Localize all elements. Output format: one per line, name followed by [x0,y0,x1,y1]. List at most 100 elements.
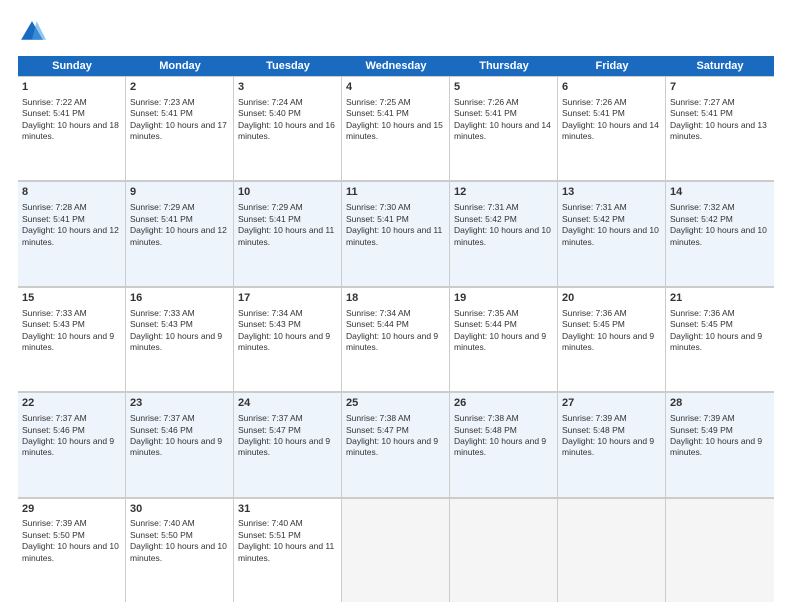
day-info: Daylight: 10 hours and 15 minutes. [346,120,445,143]
page: SundayMondayTuesdayWednesdayThursdayFrid… [0,0,792,612]
day-number: 1 [22,80,121,95]
day-info: Sunrise: 7:26 AM [562,97,661,108]
day-info: Sunset: 5:48 PM [562,425,661,436]
day-info: Daylight: 10 hours and 11 minutes. [238,225,337,248]
calendar-cell: 7Sunrise: 7:27 AMSunset: 5:41 PMDaylight… [666,76,774,180]
calendar-cell: 27Sunrise: 7:39 AMSunset: 5:48 PMDayligh… [558,392,666,496]
day-info: Daylight: 10 hours and 9 minutes. [454,436,553,459]
day-info: Sunrise: 7:39 AM [670,413,770,424]
day-info: Daylight: 10 hours and 17 minutes. [130,120,229,143]
day-info: Sunrise: 7:36 AM [670,308,770,319]
day-info: Sunrise: 7:33 AM [130,308,229,319]
day-number: 19 [454,291,553,306]
calendar-cell: 29Sunrise: 7:39 AMSunset: 5:50 PMDayligh… [18,498,126,602]
day-info: Sunrise: 7:38 AM [454,413,553,424]
day-info: Sunrise: 7:35 AM [454,308,553,319]
day-info: Sunrise: 7:23 AM [130,97,229,108]
day-number: 7 [670,80,770,95]
day-info: Sunrise: 7:24 AM [238,97,337,108]
day-info: Sunset: 5:41 PM [346,214,445,225]
calendar-cell [558,498,666,602]
day-info: Daylight: 10 hours and 10 minutes. [454,225,553,248]
day-info: Daylight: 10 hours and 10 minutes. [670,225,770,248]
day-number: 20 [562,291,661,306]
day-info: Daylight: 10 hours and 9 minutes. [562,331,661,354]
calendar-body: 1Sunrise: 7:22 AMSunset: 5:41 PMDaylight… [18,76,774,602]
day-number: 2 [130,80,229,95]
day-number: 26 [454,396,553,411]
day-info: Daylight: 10 hours and 14 minutes. [454,120,553,143]
day-info: Sunrise: 7:38 AM [346,413,445,424]
day-info: Sunset: 5:44 PM [454,319,553,330]
day-info: Daylight: 10 hours and 9 minutes. [238,331,337,354]
day-number: 15 [22,291,121,306]
calendar-cell: 16Sunrise: 7:33 AMSunset: 5:43 PMDayligh… [126,287,234,391]
day-info: Sunset: 5:51 PM [238,530,337,541]
day-number: 16 [130,291,229,306]
day-number: 29 [22,502,121,517]
day-info: Sunrise: 7:27 AM [670,97,770,108]
day-info: Daylight: 10 hours and 10 minutes. [22,541,121,564]
day-info: Sunrise: 7:39 AM [22,518,121,529]
day-number: 17 [238,291,337,306]
day-info: Sunrise: 7:40 AM [130,518,229,529]
day-info: Sunset: 5:41 PM [454,108,553,119]
day-info: Sunset: 5:42 PM [670,214,770,225]
calendar-cell: 19 Sunrise: 7:35 AMSunset: 5:44 PMDayligh… [450,287,558,391]
weekday-header: Friday [558,56,666,76]
day-number: 23 [130,396,229,411]
day-info: Sunset: 5:46 PM [22,425,121,436]
day-info: Sunset: 5:50 PM [130,530,229,541]
weekday-header: Saturday [666,56,774,76]
calendar-cell: 21Sunrise: 7:36 AMSunset: 5:45 PMDayligh… [666,287,774,391]
calendar-cell: 23Sunrise: 7:37 AMSunset: 5:46 PMDayligh… [126,392,234,496]
calendar-cell: 20Sunrise: 7:36 AMSunset: 5:45 PMDayligh… [558,287,666,391]
calendar-cell: 9Sunrise: 7:29 AMSunset: 5:41 PMDaylight… [126,181,234,285]
day-info: Sunset: 5:41 PM [22,108,121,119]
calendar-cell [342,498,450,602]
day-info: Daylight: 10 hours and 9 minutes. [454,331,553,354]
day-number: 27 [562,396,661,411]
day-info: Daylight: 10 hours and 10 minutes. [562,225,661,248]
calendar: SundayMondayTuesdayWednesdayThursdayFrid… [18,56,774,602]
day-number: 30 [130,502,229,517]
calendar-cell: 11Sunrise: 7:30 AMSunset: 5:41 PMDayligh… [342,181,450,285]
calendar-cell: 13Sunrise: 7:31 AMSunset: 5:42 PMDayligh… [558,181,666,285]
day-number: 25 [346,396,445,411]
weekday-header: Monday [126,56,234,76]
day-info: Daylight: 10 hours and 9 minutes. [238,436,337,459]
calendar-cell: 4Sunrise: 7:25 AMSunset: 5:41 PMDaylight… [342,76,450,180]
day-info: Sunset: 5:45 PM [562,319,661,330]
day-info: Daylight: 10 hours and 13 minutes. [670,120,770,143]
calendar-cell: 24Sunrise: 7:37 AMSunset: 5:47 PMDayligh… [234,392,342,496]
day-info: Sunset: 5:47 PM [238,425,337,436]
day-info: Sunset: 5:43 PM [22,319,121,330]
day-info: Daylight: 10 hours and 9 minutes. [346,436,445,459]
day-info: Sunset: 5:41 PM [22,214,121,225]
day-info: Sunrise: 7:25 AM [346,97,445,108]
day-info: Sunrise: 7:31 AM [562,202,661,213]
calendar-cell: 18Sunrise: 7:34 AMSunset: 5:44 PMDayligh… [342,287,450,391]
day-info: Sunset: 5:42 PM [454,214,553,225]
day-info: Daylight: 10 hours and 9 minutes. [670,436,770,459]
calendar-week: 1Sunrise: 7:22 AMSunset: 5:41 PMDaylight… [18,76,774,181]
calendar-cell: 1Sunrise: 7:22 AMSunset: 5:41 PMDaylight… [18,76,126,180]
day-number: 21 [670,291,770,306]
calendar-cell: 28Sunrise: 7:39 AMSunset: 5:49 PMDayligh… [666,392,774,496]
day-info: Daylight: 10 hours and 9 minutes. [130,436,229,459]
day-info: Sunset: 5:43 PM [238,319,337,330]
calendar-cell: 5Sunrise: 7:26 AMSunset: 5:41 PMDaylight… [450,76,558,180]
day-info: Sunrise: 7:33 AM [22,308,121,319]
calendar-cell: 17Sunrise: 7:34 AMSunset: 5:43 PMDayligh… [234,287,342,391]
calendar-cell: 10Sunrise: 7:29 AMSunset: 5:41 PMDayligh… [234,181,342,285]
day-info: Sunrise: 7:31 AM [454,202,553,213]
day-info: Daylight: 10 hours and 12 minutes. [22,225,121,248]
day-number: 18 [346,291,445,306]
header [18,18,774,46]
day-info: Daylight: 10 hours and 9 minutes. [562,436,661,459]
day-info: Daylight: 10 hours and 9 minutes. [670,331,770,354]
day-info: Daylight: 10 hours and 9 minutes. [346,331,445,354]
calendar-cell: 25Sunrise: 7:38 AMSunset: 5:47 PMDayligh… [342,392,450,496]
day-info: Sunrise: 7:37 AM [238,413,337,424]
day-info: Sunset: 5:42 PM [562,214,661,225]
